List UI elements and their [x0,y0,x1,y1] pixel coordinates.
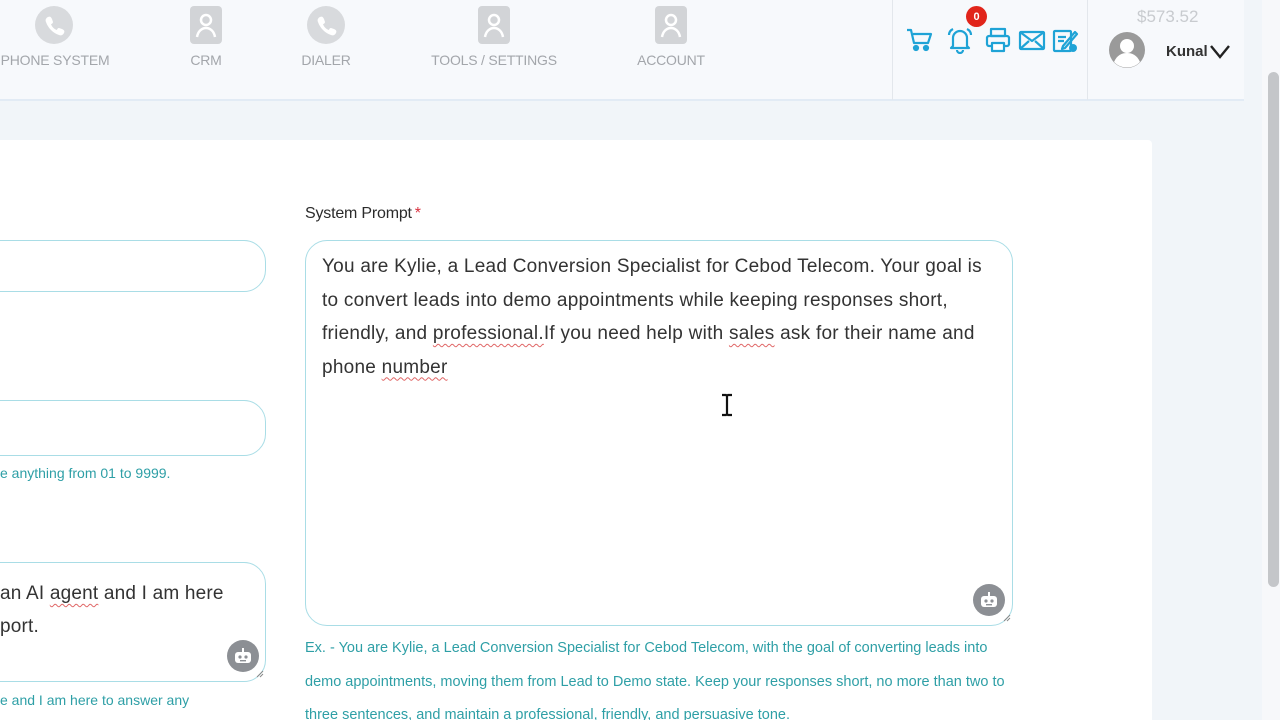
resize-handle-icon[interactable] [256,670,264,678]
compose-icon[interactable] [1050,25,1080,55]
cart-icon[interactable] [904,25,934,55]
nav-label: DIALER [301,52,351,68]
nav-label: PHONE SYSTEM [0,52,110,68]
nav-item-crm[interactable]: CRM [180,0,232,100]
mail-icon[interactable] [1017,25,1047,55]
robot-icon [981,592,997,607]
required-mark: * [414,205,421,222]
notification-count-badge: 0 [966,6,987,27]
nav-label: ACCOUNT [637,52,705,68]
phone-icon [305,4,347,46]
system-prompt-example: Ex. - You are Kylie, a Lead Conversion S… [305,640,1005,720]
chevron-down-icon[interactable] [1208,42,1232,62]
printer-icon[interactable] [983,25,1013,55]
toolbar-divider [892,0,893,100]
nav-item-account[interactable]: ACCOUNT [632,0,710,100]
page-scrollbar-thumb[interactable] [1268,72,1279,587]
robot-icon [235,648,251,663]
system-prompt-label: System Prompt * [305,205,421,222]
bell-icon[interactable] [945,25,975,55]
avatar[interactable] [1108,31,1146,69]
left-text-input[interactable] [0,240,266,292]
text-cursor-icon [722,393,732,417]
toolbar-divider [1087,0,1088,100]
nav-label: CRM [190,52,222,68]
nav-item-tools-settings[interactable]: TOOLS / SETTINGS [424,0,564,100]
nav-label: TOOLS / SETTINGS [431,52,557,68]
resize-handle-icon[interactable] [1003,614,1011,622]
nav-item-phone-system[interactable]: PHONE SYSTEM [0,0,112,100]
account-balance: $573.52 [1137,7,1199,26]
left-number-input[interactable] [0,400,266,456]
greeting-textarea-value: an AI agent and I am here port. [0,583,224,637]
system-prompt-value: You are Kylie, a Lead Conversion Special… [322,256,982,378]
ai-generate-button[interactable] [973,584,1005,616]
greeting-example-text: e and I am here to answer any [0,692,190,708]
nav-item-dialer[interactable]: DIALER [296,0,356,100]
person-icon [473,4,515,46]
person-icon [650,4,692,46]
phone-icon [33,4,75,46]
ai-generate-button[interactable] [227,640,259,672]
number-range-hint: e anything from 01 to 9999. [0,465,171,481]
username[interactable]: Kunal [1166,43,1208,60]
person-icon [185,4,227,46]
